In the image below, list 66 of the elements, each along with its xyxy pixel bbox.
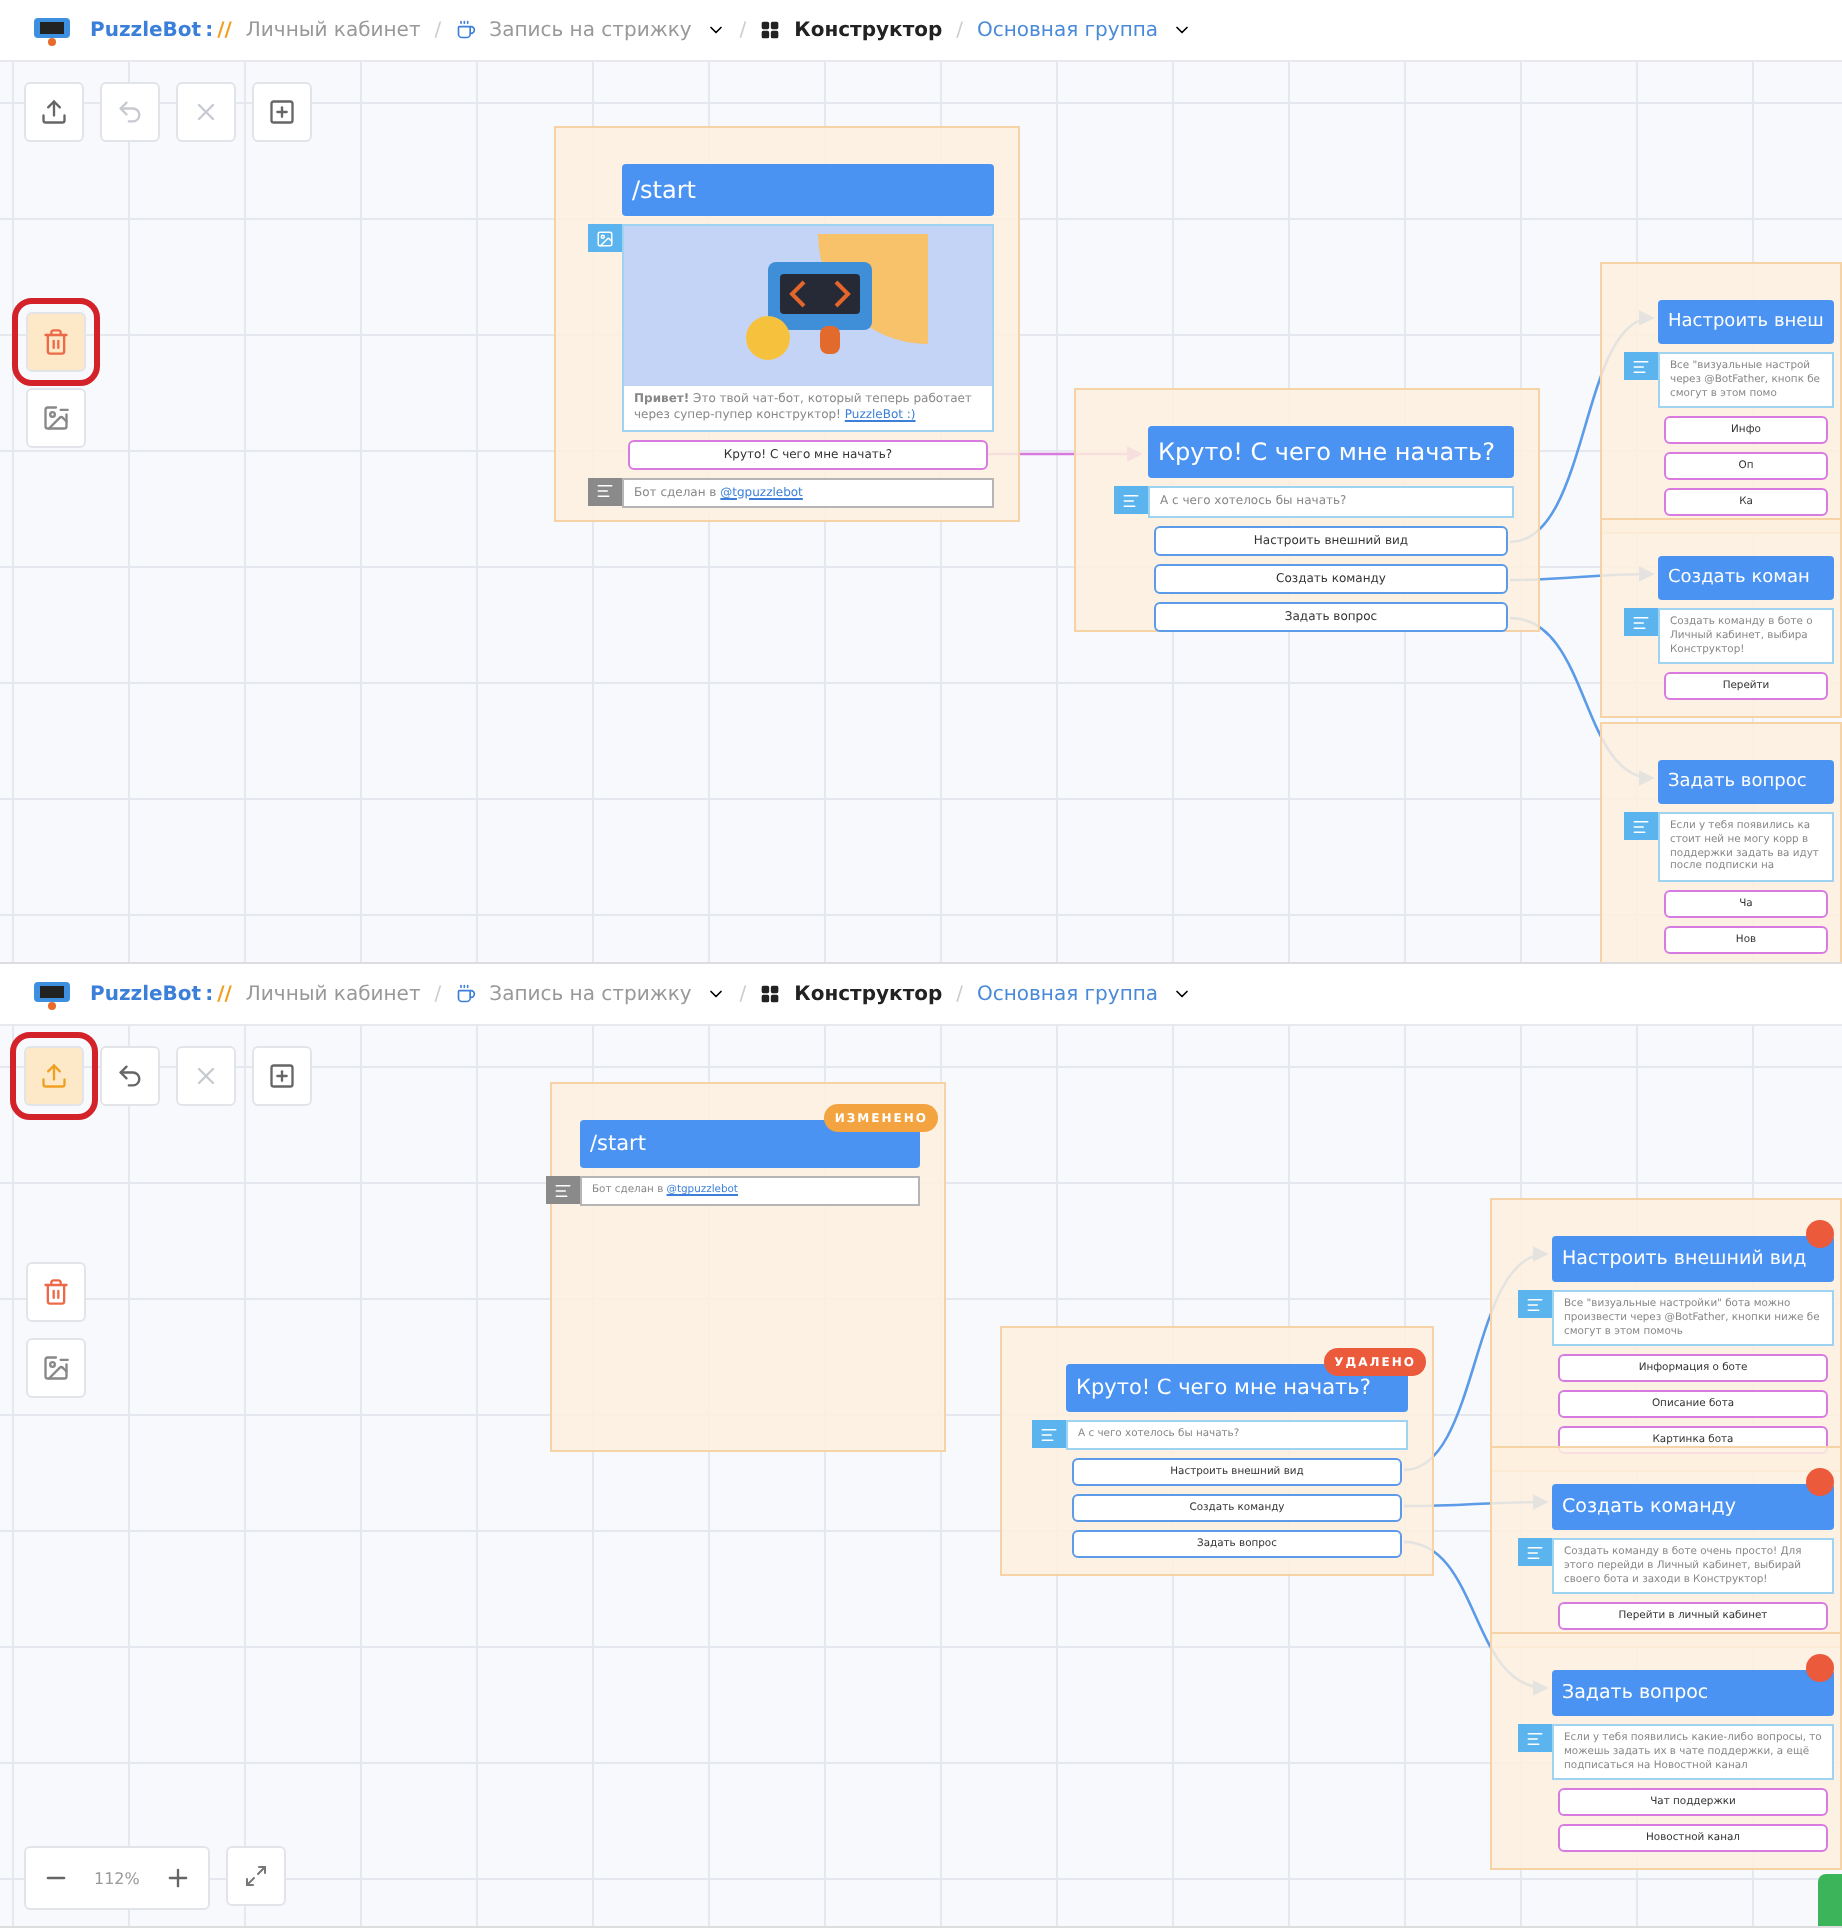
text-lines-icon — [1526, 1295, 1544, 1313]
cup-icon — [455, 20, 476, 40]
robot-logo-icon — [32, 14, 72, 46]
breadcrumb-item[interactable]: PuzzleBot — [90, 19, 202, 41]
zoom-level: 112% — [94, 1869, 140, 1887]
undo-icon — [116, 98, 144, 126]
breadcrumb-item: : — [205, 983, 214, 1005]
node-title: Задать вопрос — [1552, 1670, 1834, 1716]
plus-icon — [163, 1864, 192, 1892]
fit-screen-button[interactable] — [225, 1846, 286, 1906]
node-title: /start — [580, 1120, 920, 1168]
breadcrumb-item: // — [217, 983, 232, 1005]
text-lines-icon — [1632, 357, 1650, 375]
node-title: Настроить внешний вид — [1552, 1236, 1834, 1282]
close-icon — [192, 98, 220, 126]
node-title: Настроить внеш — [1658, 300, 1834, 344]
image-icon — [42, 404, 70, 432]
breadcrumb-item[interactable]: PuzzleBot — [90, 983, 202, 1005]
breadcrumb-separator: / — [739, 983, 747, 1005]
add-tool-button[interactable] — [252, 1046, 312, 1106]
grid-icon — [760, 984, 781, 1004]
expand-icon — [243, 1864, 268, 1888]
add-icon — [268, 98, 296, 126]
text-lines-icon — [554, 1181, 572, 1199]
breadcrumb-separator: / — [434, 983, 442, 1005]
node-title: Задать вопрос — [1658, 760, 1834, 804]
delete-tool-button[interactable] — [26, 1262, 86, 1322]
add-tool-button[interactable] — [252, 82, 312, 142]
text-lines-icon — [1122, 491, 1140, 509]
text-lines-icon — [1526, 1543, 1544, 1561]
robot-logo-icon — [32, 978, 72, 1010]
breadcrumb-item[interactable]: Конструктор — [794, 983, 943, 1005]
text-lines-icon — [596, 482, 614, 501]
upload-icon — [40, 1062, 68, 1090]
breadcrumb-separator: / — [956, 983, 964, 1005]
text-lines-icon — [1632, 817, 1650, 835]
node-title: Круто! С чего мне начать? — [1148, 426, 1514, 478]
add-icon — [268, 1062, 296, 1090]
upload-tool-button[interactable] — [24, 82, 84, 142]
image-icon — [42, 1354, 70, 1382]
breadcrumb-item: // — [217, 19, 232, 41]
undo-tool-button[interactable] — [100, 1046, 160, 1106]
close-icon — [192, 1062, 220, 1090]
image-tool-button[interactable] — [26, 388, 86, 448]
zoom-in-button[interactable] — [163, 1864, 192, 1892]
text-lines-icon — [1040, 1425, 1058, 1443]
node-title: Создать команду — [1552, 1484, 1834, 1530]
breadcrumb-separator: / — [956, 19, 964, 41]
text-lines-icon — [1632, 613, 1650, 631]
trash-icon — [42, 1278, 70, 1306]
breadcrumb-separator: / — [434, 19, 442, 41]
image-icon — [596, 229, 614, 247]
trash-icon — [42, 328, 70, 356]
upload-icon — [40, 98, 68, 126]
breadcrumb-item: : — [205, 19, 214, 41]
grid-icon — [760, 20, 781, 40]
node-title: Создать коман — [1658, 556, 1834, 600]
cup-icon — [455, 984, 476, 1004]
breadcrumb-separator: / — [739, 19, 747, 41]
breadcrumb-item[interactable]: Конструктор — [794, 19, 943, 41]
undo-icon — [116, 1062, 144, 1090]
breadcrumb-item[interactable]: Основная группа — [977, 19, 1159, 41]
image-tool-button[interactable] — [26, 1338, 86, 1398]
text-lines-icon — [1526, 1729, 1544, 1747]
breadcrumb-item[interactable]: Основная группа — [977, 983, 1159, 1005]
node-title: /start — [622, 164, 994, 216]
